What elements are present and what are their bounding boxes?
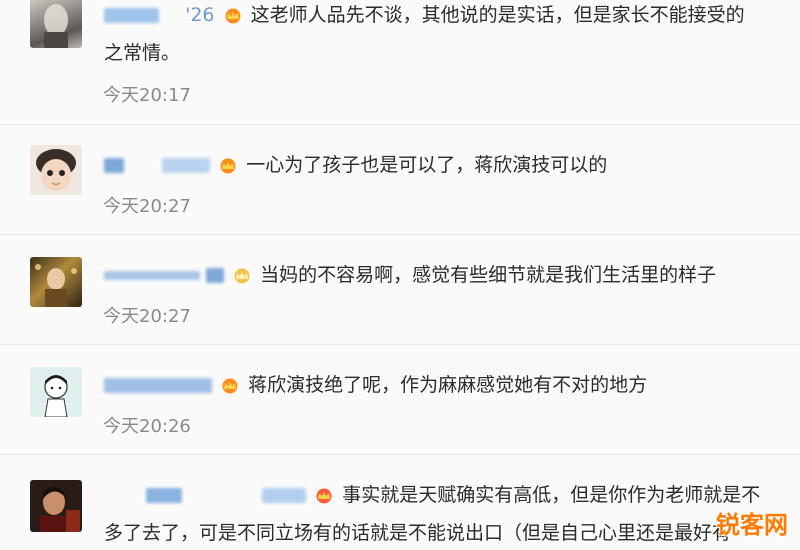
comment-item: 蒋欣演技绝了呢，作为麻麻感觉她有不对的地方 今天20:26 [0, 345, 800, 455]
comment-line: 一心为了孩子也是可以了，蒋欣演技可以的 [104, 152, 607, 178]
comment-time: 今天20:27 [103, 306, 191, 327]
watermark: 锐客网 [716, 511, 788, 539]
comment-text: 蒋欣演技绝了呢，作为麻麻感觉她有不对的地方 [248, 374, 648, 396]
avatar-image [40, 487, 80, 532]
comment-time: 今天20:27 [103, 196, 191, 217]
comment-item: 事实就是天赋确实有高低，但是你作为老师就是不 多了去了，可是不同立场有的话就是不… [0, 455, 800, 550]
username-blurred [162, 158, 211, 173]
username[interactable] [104, 262, 225, 288]
username-blurred [104, 8, 159, 23]
crown-icon [234, 268, 250, 283]
username[interactable] [104, 152, 211, 178]
username[interactable] [104, 482, 307, 508]
comment-text: 事实就是天赋确实有高低，但是你作为老师就是不 [342, 484, 761, 506]
comment-text: 这老师人品先不谈，其他说的是实话，但是家长不能接受的 [250, 4, 745, 26]
username[interactable] [104, 372, 212, 398]
avatar[interactable] [30, 367, 82, 417]
comment-text-continued: 之常情。 [104, 42, 181, 64]
crown-icon [220, 158, 236, 173]
comment-line: 事实就是天赋确实有高低，但是你作为老师就是不 [104, 482, 760, 508]
username-blurred [104, 378, 212, 393]
avatar-image [35, 264, 77, 307]
username-suffix: '26 [185, 4, 215, 26]
comment-line: '26 这老师人品先不谈，其他说的是实话，但是家长不能接受的 [104, 2, 745, 28]
username[interactable]: '26 [104, 2, 215, 28]
username-blurred [104, 271, 200, 280]
avatar[interactable] [30, 480, 82, 532]
comment-text: 一心为了孩子也是可以了，蒋欣演技可以的 [246, 154, 608, 176]
avatar[interactable] [30, 257, 82, 307]
username-blurred [146, 488, 183, 503]
crown-icon [222, 378, 238, 393]
username-blurred [104, 158, 124, 173]
username-blurred [262, 488, 307, 503]
comment-line: 当妈的不容易啊，感觉有些细节就是我们生活里的样子 [104, 262, 716, 288]
comment-item: 当妈的不容易啊，感觉有些细节就是我们生活里的样子 今天20:27 [0, 235, 800, 345]
crown-icon [316, 488, 332, 503]
comment-item: '26 这老师人品先不谈，其他说的是实话，但是家长不能接受的 之常情。 今天20… [0, 0, 800, 125]
comment-text: 当妈的不容易啊，感觉有些细节就是我们生活里的样子 [260, 264, 717, 286]
comment-text-continued: 多了去了，可是不同立场有的话就是不能说出口（但是自己心里还是最好有 [104, 522, 732, 544]
avatar-image [36, 149, 76, 191]
avatar[interactable] [30, 145, 82, 195]
username-blurred [206, 268, 225, 283]
avatar[interactable] [30, 0, 82, 48]
avatar-image [44, 4, 68, 48]
comment-item: 一心为了孩子也是可以了，蒋欣演技可以的 今天20:27 [0, 125, 800, 235]
comment-line: 蒋欣演技绝了呢，作为麻麻感觉她有不对的地方 [104, 372, 647, 398]
comment-time: 今天20:17 [103, 85, 191, 106]
avatar-image [44, 375, 68, 417]
crown-icon [225, 8, 241, 23]
comment-time: 今天20:26 [103, 416, 191, 437]
